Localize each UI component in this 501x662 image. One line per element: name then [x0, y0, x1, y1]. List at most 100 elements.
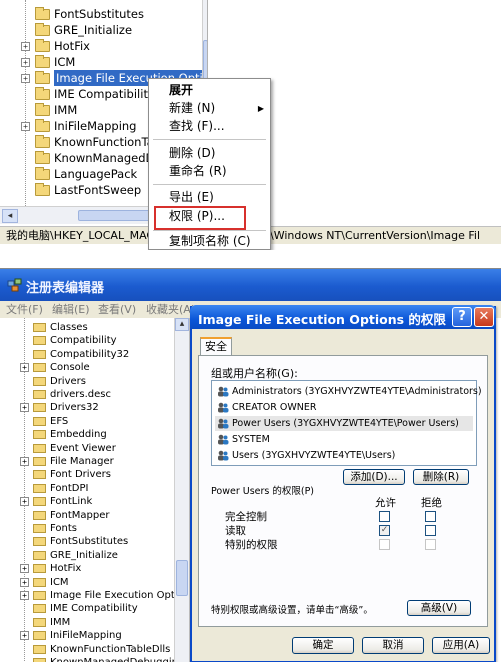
tree-item[interactable]: + Image File Execution Opti	[0, 589, 178, 603]
expand-toggle-icon[interactable]: +	[20, 564, 29, 574]
tree-item[interactable]: + FontLink	[0, 495, 172, 509]
folder-icon	[33, 430, 46, 440]
expand-toggle-icon[interactable]: +	[20, 577, 29, 587]
tree-item[interactable]: + ICM	[0, 576, 172, 590]
permissions-highlight-box	[154, 206, 246, 230]
tree-item[interactable]: Font Drivers	[0, 468, 172, 482]
expand-toggle-icon[interactable]: +	[21, 74, 30, 83]
tree-item-label: FontSubstitutes	[54, 7, 144, 21]
user-list-item[interactable]: Power Users (3YGXHVYZWTE4YTE\Power Users…	[215, 416, 473, 431]
tree-item-label: IMM	[50, 616, 71, 628]
menu-item-find[interactable]: 查找 (F)...	[149, 118, 270, 135]
menu-item-rename[interactable]: 重命名 (R)	[149, 163, 270, 180]
remove-button[interactable]: 删除(R)	[413, 469, 469, 485]
user-list-item[interactable]: SYSTEM	[215, 432, 473, 447]
scroll-left-button[interactable]: ◂	[2, 209, 18, 223]
menu-item-shortcut: (R)	[208, 164, 227, 178]
tree-item[interactable]: + IniFileMapping	[0, 629, 172, 643]
dialog-titlebar[interactable]: Image File Execution Options 的权限 ? ✕	[190, 305, 496, 329]
menu-item-delete[interactable]: 删除 (D)	[149, 145, 270, 162]
tree-item[interactable]: GRE_Initialize	[0, 22, 200, 38]
security-tab-panel: 组或用户名称(G): Administrators (3YGXHVYZWTE4Y…	[198, 355, 488, 627]
tree-item[interactable]: Classes	[0, 321, 172, 335]
tree-item[interactable]: Drivers	[0, 375, 172, 389]
tab-security[interactable]: 安全	[200, 337, 232, 356]
tree-item[interactable]: EFS	[0, 415, 172, 429]
advanced-button[interactable]: 高级(V)	[407, 600, 471, 616]
tree-item-label: EFS	[50, 415, 69, 427]
permission-allow-checkbox[interactable]	[379, 511, 390, 522]
menu-edit[interactable]: 编辑(E)	[52, 301, 90, 318]
tree-vertical-scrollbar[interactable]: ▴	[174, 318, 189, 662]
tree-item[interactable]: + File Manager	[0, 455, 172, 469]
tree-item[interactable]: drivers.desc	[0, 388, 172, 402]
permission-deny-checkbox[interactable]	[425, 511, 436, 522]
help-button[interactable]: ?	[452, 307, 472, 327]
menu-item-copy-key-name[interactable]: 复制项名称 (C)	[149, 233, 270, 250]
expand-toggle-icon[interactable]: +	[21, 122, 30, 131]
tree-item[interactable]: IME Compatibility	[0, 602, 172, 616]
tree-item[interactable]: + HotFix	[0, 562, 172, 576]
folder-icon	[35, 119, 50, 132]
tree-item-label: ICM	[50, 576, 69, 588]
user-list-item[interactable]: Administrators (3YGXHVYZWTE4YTE\Administ…	[215, 384, 482, 399]
window-titlebar[interactable]: 注册表编辑器	[0, 269, 501, 301]
add-button[interactable]: 添加(D)...	[343, 469, 405, 485]
folder-icon	[33, 376, 46, 386]
expand-toggle-icon[interactable]: +	[20, 457, 29, 466]
tree-item[interactable]: + ICM	[0, 54, 200, 70]
tree-item-label: IME Compatibility	[50, 603, 138, 615]
menu-view[interactable]: 查看(V)	[98, 301, 136, 318]
tree-item[interactable]: FontSubstitutes	[0, 535, 172, 549]
tree-item[interactable]: + Drivers32	[0, 401, 172, 415]
tree-item-label: GRE_Initialize	[54, 23, 133, 37]
tree-item[interactable]: FontMapper	[0, 509, 172, 523]
permission-allow-checkbox	[379, 539, 390, 550]
tree-item[interactable]: GRE_Initialize	[0, 549, 172, 563]
tree-item[interactable]: IMM	[0, 616, 172, 630]
scrollbar-thumb[interactable]	[176, 560, 188, 596]
users-list-label: 组或用户名称(G):	[211, 367, 298, 380]
expand-toggle-icon[interactable]: +	[21, 42, 30, 51]
menu-separator	[153, 139, 266, 140]
tree-item[interactable]: Fonts	[0, 522, 172, 536]
expand-toggle-icon[interactable]: +	[21, 58, 30, 67]
cancel-button[interactable]: 取消	[362, 637, 424, 654]
tree-item-label: HotFix	[54, 39, 90, 53]
menu-favorites[interactable]: 收藏夹(A)	[146, 301, 195, 318]
scrollbar-thumb[interactable]	[78, 210, 158, 221]
menu-file[interactable]: 文件(F)	[6, 301, 43, 318]
expand-toggle-icon[interactable]: +	[20, 363, 29, 373]
menu-item-expand[interactable]: 展开	[149, 82, 270, 99]
menu-separator	[153, 184, 266, 185]
dialog-title: Image File Execution Options 的权限	[198, 312, 446, 327]
menu-item-export[interactable]: 导出 (E)	[149, 189, 270, 206]
expand-toggle-icon[interactable]: +	[20, 497, 29, 507]
tree-item[interactable]: KnownFunctionTableDlls	[0, 643, 172, 657]
tree-item[interactable]: + Console	[0, 361, 172, 375]
menu-item-new[interactable]: 新建 (N) ▶	[149, 100, 270, 117]
users-list[interactable]: Administrators (3YGXHVYZWTE4YTE\Administ…	[211, 380, 482, 466]
ok-button[interactable]: 确定	[292, 637, 354, 654]
tree-item[interactable]: FontSubstitutes	[0, 6, 200, 22]
tree-item[interactable]: KnownManagedDebuggingDlls	[0, 656, 189, 662]
user-list-item[interactable]: CREATOR OWNER	[215, 400, 473, 415]
expand-toggle-icon[interactable]: +	[20, 631, 29, 641]
expand-toggle-icon[interactable]: +	[20, 591, 29, 600]
tree-item[interactable]: FontDPI	[0, 482, 172, 496]
scroll-up-button[interactable]: ▴	[175, 318, 189, 331]
menu-item-shortcut: (F)...	[196, 119, 225, 133]
tree-item[interactable]: + HotFix	[0, 38, 200, 54]
user-list-item[interactable]: Users (3YGXHVYZWTE4YTE\Users)	[215, 448, 473, 463]
close-button[interactable]: ✕	[474, 307, 494, 327]
permission-deny-checkbox[interactable]	[425, 525, 436, 536]
tree-item[interactable]: Embedding	[0, 428, 172, 442]
expand-toggle-icon[interactable]: +	[20, 403, 29, 413]
apply-button[interactable]: 应用(A)	[432, 637, 490, 654]
folder-icon	[33, 443, 46, 453]
permission-allow-checkbox[interactable]: ✓	[379, 525, 390, 536]
tree-item[interactable]: Compatibility32	[0, 348, 172, 362]
tree-item[interactable]: Event Viewer	[0, 442, 172, 456]
tree-item[interactable]: Compatibility	[0, 334, 172, 348]
scrollbar-thumb[interactable]	[203, 40, 207, 80]
